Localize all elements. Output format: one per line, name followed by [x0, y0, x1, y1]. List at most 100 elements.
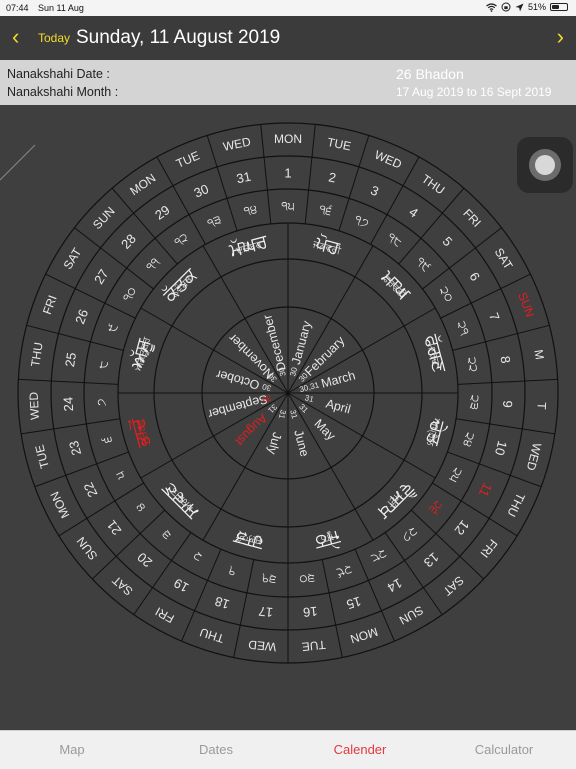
weekday-label: THU: [28, 341, 46, 368]
assistive-touch-button[interactable]: [517, 137, 573, 193]
gurmukhi-date-label: ੧੮: [385, 230, 405, 250]
english-month-label: April: [324, 396, 352, 416]
date-label: 6: [466, 270, 483, 284]
date-label: 31: [235, 169, 252, 187]
tab-bar: Map Dates Calender Calculator: [0, 730, 576, 769]
nanakshahi-month-label: Nanakshahi Month :: [7, 85, 119, 99]
date-label: 7: [486, 311, 503, 323]
gurmukhi-date-label: ੧੨: [171, 230, 190, 249]
weekday-label: SAT: [492, 245, 516, 272]
tab-calculator[interactable]: Calculator: [432, 742, 576, 757]
weekday-label: M: [531, 349, 546, 361]
weekday-label: WED: [222, 134, 253, 153]
gurmukhi-date-label: ੨: [191, 549, 204, 565]
gurmukhi-date-label: ੨੩: [467, 395, 482, 411]
nanakshahi-month-range: 17 Aug 2019 to 16 Sept 2019: [396, 85, 552, 99]
weekday-label: TUE: [301, 638, 326, 654]
wifi-icon: [486, 2, 497, 12]
gurmukhi-date-label: ੫: [112, 469, 128, 482]
day-divider: [422, 227, 502, 290]
weekday-label: FRI: [460, 206, 483, 230]
pointer-line: [0, 144, 36, 181]
weekday-label: FRI: [40, 293, 60, 316]
weekday-label: WED: [27, 391, 42, 420]
english-month-label: January: [289, 319, 314, 366]
gurmukhi-date-label: ੯: [105, 322, 121, 334]
gurmukhi-date-label: ੧੧: [143, 254, 162, 273]
day-divider: [398, 187, 465, 265]
weekday-label: THU: [504, 491, 527, 519]
day-divider: [384, 532, 443, 615]
date-label: 4: [406, 204, 421, 220]
weekday-label: SUN: [74, 534, 101, 563]
nanakshahi-date-label: Nanakshahi Date :: [7, 67, 110, 81]
next-day-chevron-icon[interactable]: ›: [557, 24, 564, 50]
calendar-dial[interactable]: MON TUEWEDTHUFRISATSUNMTWEDTHUFRISATSUNMO…: [0, 105, 576, 730]
date-label: 24: [60, 397, 76, 412]
month-divider: [287, 307, 436, 394]
gurmukhi-date-label: ੩੦: [298, 571, 315, 586]
date-label: 19: [171, 575, 191, 595]
nanakshahi-info-panel: Nanakshahi Date : Nanakshahi Month : 26 …: [0, 60, 576, 105]
tab-calender[interactable]: Calender: [288, 742, 432, 757]
gurmukhi-date-label: ੨੦: [437, 284, 457, 305]
weekday-label: FRI: [153, 604, 177, 626]
weekday-label: TUE: [174, 148, 202, 170]
weekday-label: T: [534, 402, 548, 411]
status-date: Sun 11 Aug: [38, 3, 84, 13]
month-length-label: 31: [288, 409, 299, 420]
gurmukhi-date-label: ੨੨: [465, 356, 481, 373]
weekday-label: THU: [198, 625, 226, 646]
weekday-label: MON: [349, 624, 380, 646]
status-icons: 51%: [486, 2, 568, 12]
weekday-label: WED: [247, 637, 277, 654]
month-divider: [287, 245, 374, 394]
weekday-label: FRI: [477, 537, 500, 561]
gurmukhi-date-label: ੧੯: [414, 254, 434, 274]
battery-percent: 51%: [527, 2, 546, 12]
lock-rotation-icon: [501, 2, 511, 12]
date-label: 23: [66, 439, 84, 457]
date-label: 12: [452, 517, 473, 538]
gurmukhi-date-label: ੨੯: [334, 562, 353, 580]
weekday-label: SAT: [109, 573, 136, 599]
weekday-label: TUE: [326, 135, 352, 154]
date-label: 13: [421, 550, 442, 571]
gurmukhi-date-label: ੨੬: [426, 498, 445, 517]
gurmukhi-date-label: ੩੧: [261, 571, 277, 586]
day-divider: [111, 187, 178, 265]
english-month-label: October: [214, 367, 261, 392]
month-divider: [287, 392, 374, 541]
day-divider: [455, 418, 555, 435]
date-label: 22: [81, 480, 101, 500]
date-label: 3: [368, 183, 381, 200]
gurmukhi-date-label: ੧੩: [205, 212, 223, 230]
status-time: 07:44: [6, 3, 29, 13]
battery-icon: [550, 3, 568, 11]
today-button[interactable]: Today: [38, 31, 70, 45]
gurmukhi-date-label: ੧੦: [120, 284, 140, 304]
gurmukhi-date-label: ੨੭: [399, 525, 420, 546]
date-label: 25: [62, 351, 79, 368]
date-label: 28: [118, 231, 139, 252]
gurmukhi-date-label: ੩: [159, 527, 174, 542]
weekday-label: MON: [48, 489, 73, 520]
previous-day-chevron-icon[interactable]: ‹: [12, 24, 19, 50]
status-bar: 07:44 Sun 11 Aug 51%: [0, 0, 576, 16]
date-label: 30: [192, 181, 211, 200]
tab-dates[interactable]: Dates: [144, 742, 288, 757]
date-label: 11: [476, 481, 495, 500]
gurmukhi-date-label: ੨੪: [460, 431, 477, 449]
gurmukhi-date-label: ੨੫: [446, 466, 465, 485]
date-label: 17: [258, 604, 274, 620]
day-divider: [21, 418, 121, 435]
english-month-label: July: [265, 431, 284, 457]
english-month-label: June: [291, 428, 312, 458]
weekday-label: MON: [274, 132, 302, 146]
english-month-label: May: [311, 416, 338, 443]
gurmukhi-date-label: ੨੮: [369, 547, 389, 567]
gurmukhi-date-label: ੪: [132, 500, 147, 514]
tab-map[interactable]: Map: [0, 742, 144, 757]
gurmukhi-date-label: ੭: [94, 398, 108, 406]
date-label: 10: [492, 439, 510, 457]
